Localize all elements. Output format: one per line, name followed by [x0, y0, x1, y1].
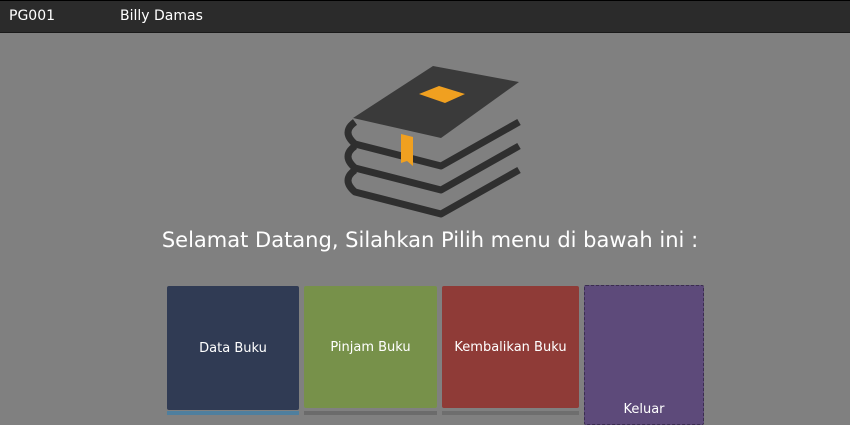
kembalikan-buku-label: Kembalikan Buku — [454, 339, 567, 355]
welcome-message: Selamat Datang, Silahkan Pilih menu di b… — [161, 228, 699, 252]
user-name: Billy Damas — [120, 8, 203, 24]
kembalikan-buku-button[interactable]: Kembalikan Buku — [442, 286, 579, 408]
pinjam-buku-button[interactable]: Pinjam Buku — [304, 286, 437, 408]
data-buku-label: Data Buku — [199, 340, 267, 356]
books-stack-icon — [344, 66, 521, 218]
top-bar: PG001 Billy Damas — [0, 0, 850, 33]
next-row-tile-edge[interactable] — [167, 411, 299, 415]
next-row-tile-edge[interactable] — [304, 411, 437, 415]
user-code: PG001 — [9, 8, 56, 24]
pinjam-buku-label: Pinjam Buku — [330, 339, 411, 355]
next-row-tile-edge[interactable] — [442, 411, 579, 415]
data-buku-button[interactable]: Data Buku — [167, 286, 299, 410]
keluar-button[interactable]: Keluar — [584, 285, 704, 425]
